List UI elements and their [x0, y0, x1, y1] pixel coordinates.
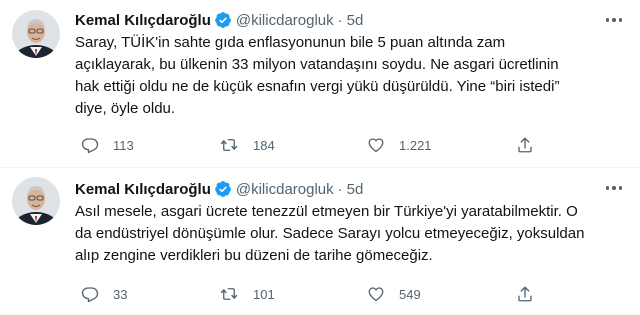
author-handle[interactable]: @kilicdarogluk [236, 12, 334, 29]
author-handle[interactable]: @kilicdarogluk [236, 181, 334, 198]
author-name[interactable]: Kemal Kılıçdaroğlu [75, 181, 211, 198]
retweet-button[interactable]: 184 [219, 134, 275, 156]
tweet-text-line: da endüstriyel dönüşümle olur. Sadece Sa… [75, 225, 585, 242]
reply-icon [81, 136, 99, 154]
tweet-text-line: diye, öyle oldu. [75, 100, 176, 117]
retweet-count: 101 [253, 286, 275, 302]
reply-count: 33 [113, 286, 128, 302]
tweet[interactable]: Kemal Kılıçdaroğlu @kilicdarogluk · 5d A… [0, 168, 640, 315]
avatar[interactable] [12, 177, 60, 225]
share-icon [516, 136, 534, 154]
like-button[interactable]: 1.221 [367, 134, 432, 156]
tweet-text: Saray, TÜİK'in sahte gıda enflasyonunun … [75, 32, 630, 120]
tweet-text-line: Saray, TÜİK'in sahte gıda enflasyonunun … [75, 34, 506, 51]
tweet-text-line: Asıl mesele, asgari ücrete tenezzül etme… [75, 203, 578, 220]
separator-dot: · [337, 180, 343, 198]
more-options-icon[interactable] [602, 178, 626, 198]
reply-count: 113 [113, 137, 134, 153]
tweet-timestamp[interactable]: 5d [347, 181, 364, 198]
heart-icon [367, 136, 385, 154]
tweet-text-line: alıp zengine verdikleri bu düzeni de tar… [75, 247, 433, 264]
like-count: 1.221 [399, 137, 432, 153]
reply-button[interactable]: 113 [81, 134, 134, 156]
tweet-header: Kemal Kılıçdaroğlu @kilicdarogluk · 5d [75, 179, 363, 199]
share-icon [516, 285, 534, 303]
verified-badge-icon [214, 180, 232, 198]
tweet-actions: 33 101 549 [75, 283, 545, 305]
retweet-icon [219, 136, 239, 154]
retweet-button[interactable]: 101 [219, 283, 275, 305]
verified-badge-icon [214, 11, 232, 29]
heart-icon [367, 285, 385, 303]
tweet-header: Kemal Kılıçdaroğlu @kilicdarogluk · 5d [75, 10, 363, 30]
separator-dot: · [337, 11, 343, 29]
like-count: 549 [399, 286, 421, 302]
tweet-text-line: hak ettiği oldu ne de küçük esnafın verg… [75, 78, 560, 95]
tweet-text: Asıl mesele, asgari ücrete tenezzül etme… [75, 201, 630, 267]
tweet[interactable]: Kemal Kılıçdaroğlu @kilicdarogluk · 5d S… [0, 0, 640, 167]
author-name[interactable]: Kemal Kılıçdaroğlu [75, 12, 211, 29]
reply-icon [81, 285, 99, 303]
reply-button[interactable]: 33 [81, 283, 127, 305]
tweet-timestamp[interactable]: 5d [347, 12, 364, 29]
retweet-count: 184 [253, 137, 275, 153]
retweet-icon [219, 285, 239, 303]
tweet-text-line: açıklayarak, bu ülkenin 33 milyon vatand… [75, 56, 559, 73]
tweet-actions: 113 184 1.221 [75, 134, 545, 156]
more-options-icon[interactable] [602, 10, 626, 30]
avatar[interactable] [12, 10, 60, 58]
like-button[interactable]: 549 [367, 283, 421, 305]
share-button[interactable] [516, 283, 534, 305]
share-button[interactable] [516, 134, 534, 156]
